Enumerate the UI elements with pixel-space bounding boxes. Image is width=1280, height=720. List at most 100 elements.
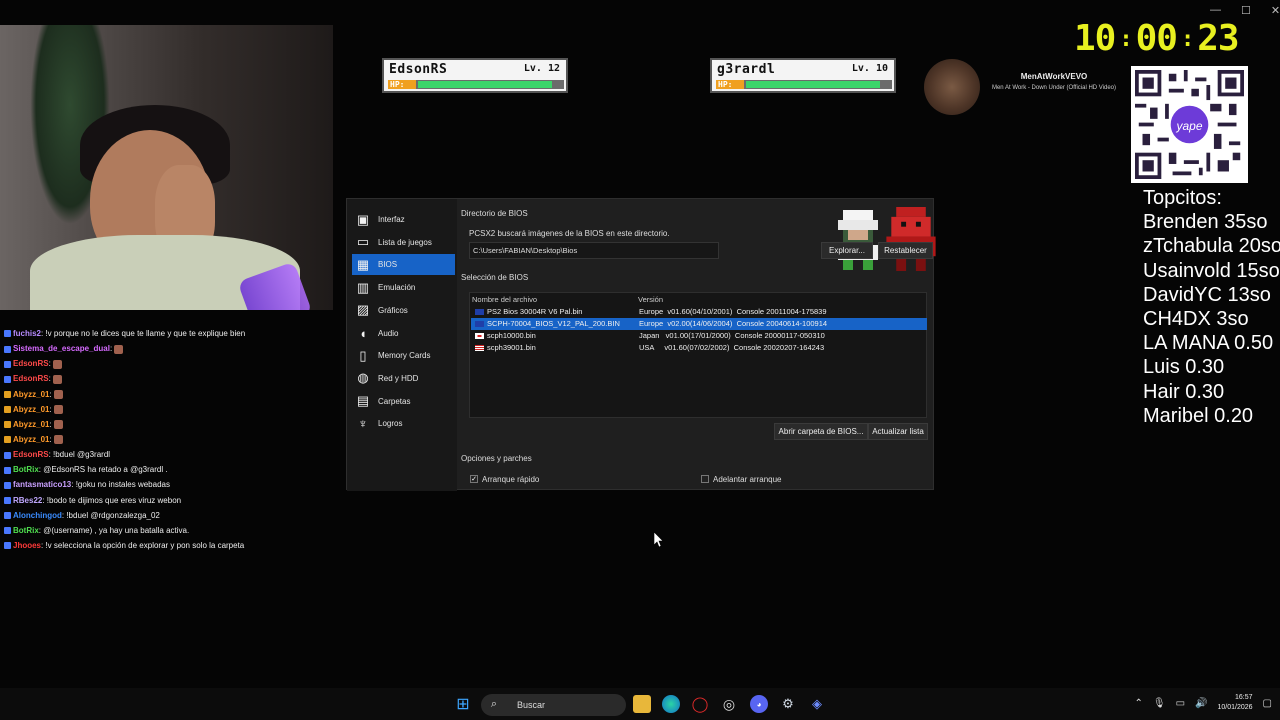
steam-icon[interactable]: ⚙ [779, 695, 797, 713]
nav-item-red-y-hdd[interactable]: ◍ Red y HDD [352, 368, 455, 389]
discord-icon[interactable]: ◕ [750, 695, 768, 713]
webcam-feed [0, 25, 333, 310]
mouse-cursor-icon [654, 532, 664, 548]
chat-username[interactable]: RBes22 [13, 496, 42, 505]
refresh-list-button[interactable]: Actualizar lista [868, 423, 928, 440]
chat-username[interactable]: Alonchingod [13, 511, 62, 520]
chat-username[interactable]: fantasmatico13 [13, 480, 71, 489]
player2-name: g3rardl [717, 62, 776, 77]
edge-icon[interactable] [662, 695, 680, 713]
player2-hp-card: g3rardl Lv. 10 HP: [710, 58, 896, 93]
chat-username[interactable]: EdsonRS [13, 374, 49, 383]
fast-boot-checkbox[interactable]: ✓ [470, 475, 478, 483]
nav-item-gr-ficos[interactable]: ▨ Gráficos [352, 300, 455, 321]
chat-message: Abyzz_01: [0, 432, 340, 447]
microphone-icon[interactable]: 🎙 [1153, 698, 1166, 709]
player2-hp-bar: HP: [716, 80, 892, 89]
chat-emote-icon [53, 405, 63, 415]
fast-forward-boot-checkbox[interactable] [701, 475, 709, 483]
chat-username[interactable]: BotRix [13, 465, 39, 474]
bios-row[interactable]: PS2 Bios 30004R V6 Pal.bin Europe v01.60(… [471, 306, 927, 318]
network-icon[interactable]: ▭ [1176, 698, 1185, 709]
nav-item-audio[interactable]: ◖ Audio [352, 323, 455, 344]
obs-icon[interactable]: ◎ [720, 695, 738, 713]
chat-emote-icon [53, 389, 63, 399]
clock-seconds: 23 [1197, 18, 1239, 59]
close-icon[interactable]: ✕ [1271, 4, 1280, 17]
volume-icon[interactable]: 🔊 [1195, 698, 1207, 709]
chat-badge-icon [4, 390, 11, 398]
maximize-icon[interactable]: ☐ [1241, 4, 1251, 17]
folder-open-icon: ▤ [356, 393, 370, 409]
leaderboard-entry: Maribel 0.20 [1143, 404, 1254, 427]
chat-message: EdsonRS: !bduel @g3rardl [0, 447, 340, 462]
folder-icon: ▭ [356, 234, 370, 250]
nav-item-emulaci-n[interactable]: ▥ Emulación [352, 277, 455, 298]
stream-screen: EdsonRS Lv. 12 HP: g3rardl Lv. 10 HP: Me… [0, 0, 1280, 720]
clock-hours: 10 [1074, 18, 1116, 59]
bios-row[interactable]: SCPH-70004_BIOS_V12_PAL_200.BIN Europe v0… [471, 318, 927, 330]
reset-button[interactable]: Restablecer [878, 242, 933, 259]
chat-message: RBes22: !bodo te dijimos que eres viruz … [0, 493, 340, 508]
chat-badge-icon [4, 466, 11, 474]
chat-message: BotRix: @EdsonRS ha retado a @g3rardl . [0, 462, 340, 477]
nav-item-interfaz[interactable]: ▣ Interfaz [352, 209, 455, 230]
nav-item-label: BIOS [378, 260, 398, 270]
nav-item-memory-cards[interactable]: ▯ Memory Cards [352, 345, 455, 366]
chat-username[interactable]: Abyzz_01 [13, 420, 49, 429]
leaderboard-entry: Brenden 35so [1143, 211, 1268, 234]
column-version[interactable]: Versión [638, 295, 663, 304]
nav-item-bios[interactable]: ▦ BIOS [352, 254, 455, 276]
chat-username[interactable]: Abyzz_01 [13, 435, 49, 444]
bios-directory-input[interactable]: C:\Users\FABIAN\Desktop\Bios [469, 242, 719, 259]
nav-item-lista-de-juegos[interactable]: ▭ Lista de juegos [352, 232, 455, 253]
taskbar-time: 16:57 [1235, 694, 1253, 701]
chat-username[interactable]: Sistema_de_escape_dual [13, 344, 110, 353]
chat-badge-icon [4, 375, 11, 383]
windows-start-icon[interactable]: ⊞ [454, 695, 472, 713]
chat-username[interactable]: Jhooes [13, 541, 41, 550]
notifications-icon[interactable]: ▢ [1263, 698, 1272, 709]
now-playing-widget: MenAtWorkVEVO Men At Work - Down Under (… [920, 57, 1120, 115]
chat-username[interactable]: fuchis2 [13, 329, 41, 338]
file-explorer-icon[interactable] [633, 695, 651, 713]
browse-button[interactable]: Explorar... [821, 242, 873, 259]
chat-badge-icon [4, 512, 11, 520]
chat-emote-icon [114, 344, 124, 354]
chat-text: : @EdsonRS ha retado a @g3rardl . [38, 465, 168, 475]
nav-item-label: Carpetas [378, 396, 411, 406]
pcsx2-icon[interactable]: ◈ [808, 695, 826, 713]
chat-emote-icon [53, 359, 63, 369]
leaderboard-title: Topcitos: [1143, 187, 1222, 209]
chat-username[interactable]: EdsonRS [13, 359, 49, 368]
chat-message: Alonchingod: !bduel @rdgonzalezga_02 [0, 508, 340, 523]
bios-row[interactable]: scph10000.bin Japan v01.00(17/01/2000) Co… [471, 330, 927, 342]
chat-username[interactable]: BotRix [13, 526, 39, 535]
bios-file-name: scph10000.bin [487, 331, 536, 340]
bios-file-name: PS2 Bios 30004R V6 Pal.bin [487, 307, 583, 316]
chat-username[interactable]: Abyzz_01 [13, 405, 49, 414]
minimize-icon[interactable]: — [1210, 4, 1221, 17]
player2-level: Lv. 10 [851, 63, 888, 74]
bios-table[interactable]: Nombre del archivo Versión PS2 Bios 3000… [469, 292, 927, 418]
chat-message: fuchis2: !v porque no le dices que te ll… [0, 326, 340, 341]
opera-icon[interactable]: ◯ [691, 695, 709, 713]
nav-item-label: Emulación [378, 283, 416, 293]
chat-badge-icon [4, 436, 11, 444]
nav-item-label: Interfaz [378, 215, 405, 224]
windows-taskbar: ⊞ Buscar ⌕ ◯ ◎ ◕ ⚙ ◈ ⌃ 🎙 ▭ 🔊 16:57 10/01… [0, 688, 1280, 720]
chat-username[interactable]: Abyzz_01 [13, 390, 49, 399]
donation-leaderboard: Topcitos: Brenden 35so zTchabula 20so Us… [1143, 186, 1280, 428]
nav-item-logros[interactable]: ♆ Logros [352, 413, 455, 434]
open-bios-folder-button[interactable]: Abrir carpeta de BIOS... [774, 423, 868, 440]
chat-emote-icon [53, 374, 63, 384]
chat-emote-icon [53, 435, 63, 445]
bios-row[interactable]: scph39001.bin USA v01.60(07/02/2002) Cons… [471, 342, 927, 354]
column-file-name[interactable]: Nombre del archivo [472, 295, 537, 304]
yape-logo-text: yape [1175, 119, 1202, 133]
chevron-up-icon[interactable]: ⌃ [1135, 698, 1143, 709]
nav-item-carpetas[interactable]: ▤ Carpetas [352, 391, 455, 412]
chat-text: : !bduel @g3rardl [48, 450, 111, 460]
chat-username[interactable]: EdsonRS [13, 450, 49, 459]
taskbar-clock[interactable]: 16:57 10/01/2026 [1218, 693, 1253, 713]
